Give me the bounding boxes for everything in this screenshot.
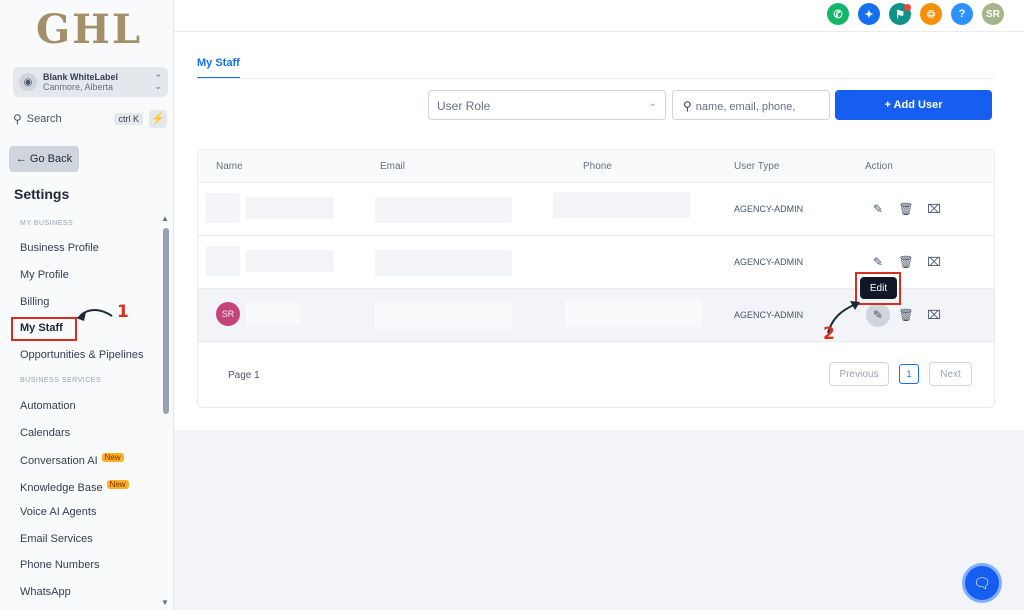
step-2-label: 2 xyxy=(823,324,835,344)
annotation-arrows xyxy=(76,301,860,334)
chat-widget-icon[interactable]: 🗨 xyxy=(962,563,1002,603)
step-1-label: 1 xyxy=(117,302,129,322)
